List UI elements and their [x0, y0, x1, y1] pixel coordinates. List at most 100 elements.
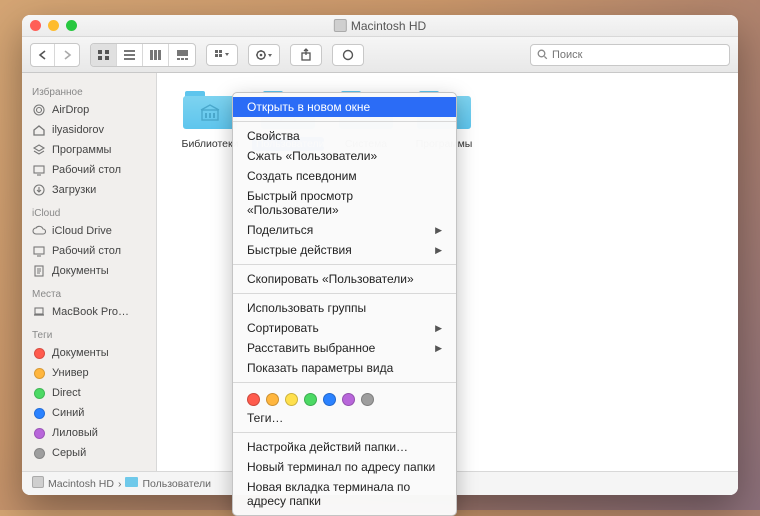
search-field[interactable] [530, 44, 730, 66]
sidebar-item[interactable]: Лиловый [22, 423, 156, 443]
tag-color-dot[interactable] [247, 393, 260, 406]
menu-item[interactable]: Открыть в новом окне [233, 97, 456, 117]
breadcrumb-label[interactable]: Macintosh HD [48, 478, 114, 490]
menu-separator [233, 121, 456, 122]
arrange-button[interactable] [206, 44, 238, 66]
desktop-icon [32, 163, 46, 177]
sidebar-item[interactable]: Рабочий стол [22, 241, 156, 261]
minimize-button[interactable] [48, 20, 59, 31]
sidebar-section-title: Теги [22, 326, 156, 343]
airdrop-icon [32, 103, 46, 117]
submenu-arrow-icon: ▶ [435, 245, 442, 256]
context-menu: Открыть в новом окне Свойства Сжать «Польз… [232, 92, 457, 516]
action-button[interactable] [248, 44, 280, 66]
tag-dot-icon [32, 386, 46, 400]
view-gallery[interactable] [169, 44, 195, 66]
home-icon [32, 123, 46, 137]
breadcrumb-label[interactable]: Пользователи [142, 478, 211, 490]
view-buttons [90, 43, 196, 67]
menu-item-label: Сжать «Пользователи» [247, 149, 377, 163]
title-text: Macintosh HD [351, 19, 426, 33]
menu-tag-colors [233, 387, 456, 408]
menu-item-label: Расставить выбранное [247, 341, 375, 355]
sidebar-item[interactable]: Direct [22, 383, 156, 403]
sidebar-item[interactable]: Загрузки [22, 180, 156, 200]
sidebar-item-label: Программы [52, 144, 111, 156]
menu-item-label: Открыть в новом окне [247, 100, 370, 114]
search-input[interactable] [552, 49, 723, 61]
sidebar-item[interactable]: Программы [22, 140, 156, 160]
tag-color-dot[interactable] [285, 393, 298, 406]
sidebar-item[interactable]: Документы [22, 261, 156, 281]
forward-button[interactable] [55, 44, 79, 66]
laptop-icon [32, 305, 46, 319]
disk-icon [334, 19, 347, 32]
sidebar-item[interactable]: Рабочий стол [22, 160, 156, 180]
tag-color-dot[interactable] [323, 393, 336, 406]
tags-button[interactable] [332, 44, 364, 66]
menu-separator [233, 293, 456, 294]
sidebar-item-label: Универ [52, 367, 89, 379]
sidebar-item-label: Документы [52, 347, 109, 359]
menu-item[interactable]: Быстрые действия▶ [233, 240, 456, 260]
sidebar-item[interactable]: AirDrop [22, 100, 156, 120]
menu-separator [233, 264, 456, 265]
tag-color-dot[interactable] [304, 393, 317, 406]
disk-icon [32, 476, 44, 491]
menu-item[interactable]: Поделиться▶ [233, 220, 456, 240]
sidebar-item-label: AirDrop [52, 104, 89, 116]
zoom-button[interactable] [66, 20, 77, 31]
tag-color-dot[interactable] [342, 393, 355, 406]
menu-item[interactable]: Свойства [233, 126, 456, 146]
sidebar-item[interactable]: Синий [22, 403, 156, 423]
sidebar-item-label: Рабочий стол [52, 164, 121, 176]
menu-item-label: Новая вкладка терминала по адресу папки [247, 480, 442, 508]
tag-dot-icon [32, 446, 46, 460]
titlebar: Macintosh HD [22, 15, 738, 37]
view-columns[interactable] [143, 44, 169, 66]
menu-item-label: Использовать группы [247, 301, 366, 315]
view-list[interactable] [117, 44, 143, 66]
menu-item[interactable]: Новый терминал по адресу папки [233, 457, 456, 477]
sidebar-item[interactable]: iCloud Drive [22, 221, 156, 241]
folder-icon [181, 87, 239, 133]
menu-item-label: Теги… [247, 411, 283, 425]
sidebar-item-label: Лиловый [52, 427, 98, 439]
sidebar-item[interactable]: MacBook Pro… [22, 302, 156, 322]
window-controls [30, 20, 77, 31]
menu-item[interactable]: Расставить выбранное▶ [233, 338, 456, 358]
tag-color-dot[interactable] [361, 393, 374, 406]
chevron-right-icon: › [118, 478, 122, 490]
share-button[interactable] [290, 44, 322, 66]
sidebar-item[interactable]: Универ [22, 363, 156, 383]
back-button[interactable] [31, 44, 55, 66]
menu-item[interactable]: Настройка действий папки… [233, 437, 456, 457]
tag-color-dot[interactable] [266, 393, 279, 406]
menu-item-label: Свойства [247, 129, 300, 143]
menu-item[interactable]: Сортировать▶ [233, 318, 456, 338]
menu-item[interactable]: Скопировать «Пользователи» [233, 269, 456, 289]
sidebar-item-label: Серый [52, 447, 86, 459]
menu-item[interactable]: Новая вкладка терминала по адресу папки [233, 477, 456, 511]
tag-dot-icon [32, 366, 46, 380]
menu-item[interactable]: Использовать группы [233, 298, 456, 318]
sidebar-item[interactable]: Документы [22, 343, 156, 363]
downloads-icon [32, 183, 46, 197]
view-icons[interactable] [91, 44, 117, 66]
sidebar-item[interactable]: Серый [22, 443, 156, 463]
sidebar-item[interactable]: ilyasidorov [22, 120, 156, 140]
menu-item[interactable]: Быстрый просмотр «Пользователи» [233, 186, 456, 220]
apps-icon [32, 143, 46, 157]
desktop-icon [32, 244, 46, 258]
menu-item[interactable]: Теги… [233, 408, 456, 428]
sidebar-section-title: Места [22, 285, 156, 302]
menu-item[interactable]: Сжать «Пользователи» [233, 146, 456, 166]
menu-item-label: Быстрый просмотр «Пользователи» [247, 189, 442, 217]
menu-item[interactable]: Показать параметры вида [233, 358, 456, 378]
close-button[interactable] [30, 20, 41, 31]
sidebar: Избранное AirDrop ilyasidorov Программы Рабо… [22, 73, 157, 471]
cloud-icon [32, 224, 46, 238]
menu-item[interactable]: Создать псевдоним [233, 166, 456, 186]
menu-item-label: Сортировать [247, 321, 319, 335]
sidebar-section-title: Избранное [22, 83, 156, 100]
